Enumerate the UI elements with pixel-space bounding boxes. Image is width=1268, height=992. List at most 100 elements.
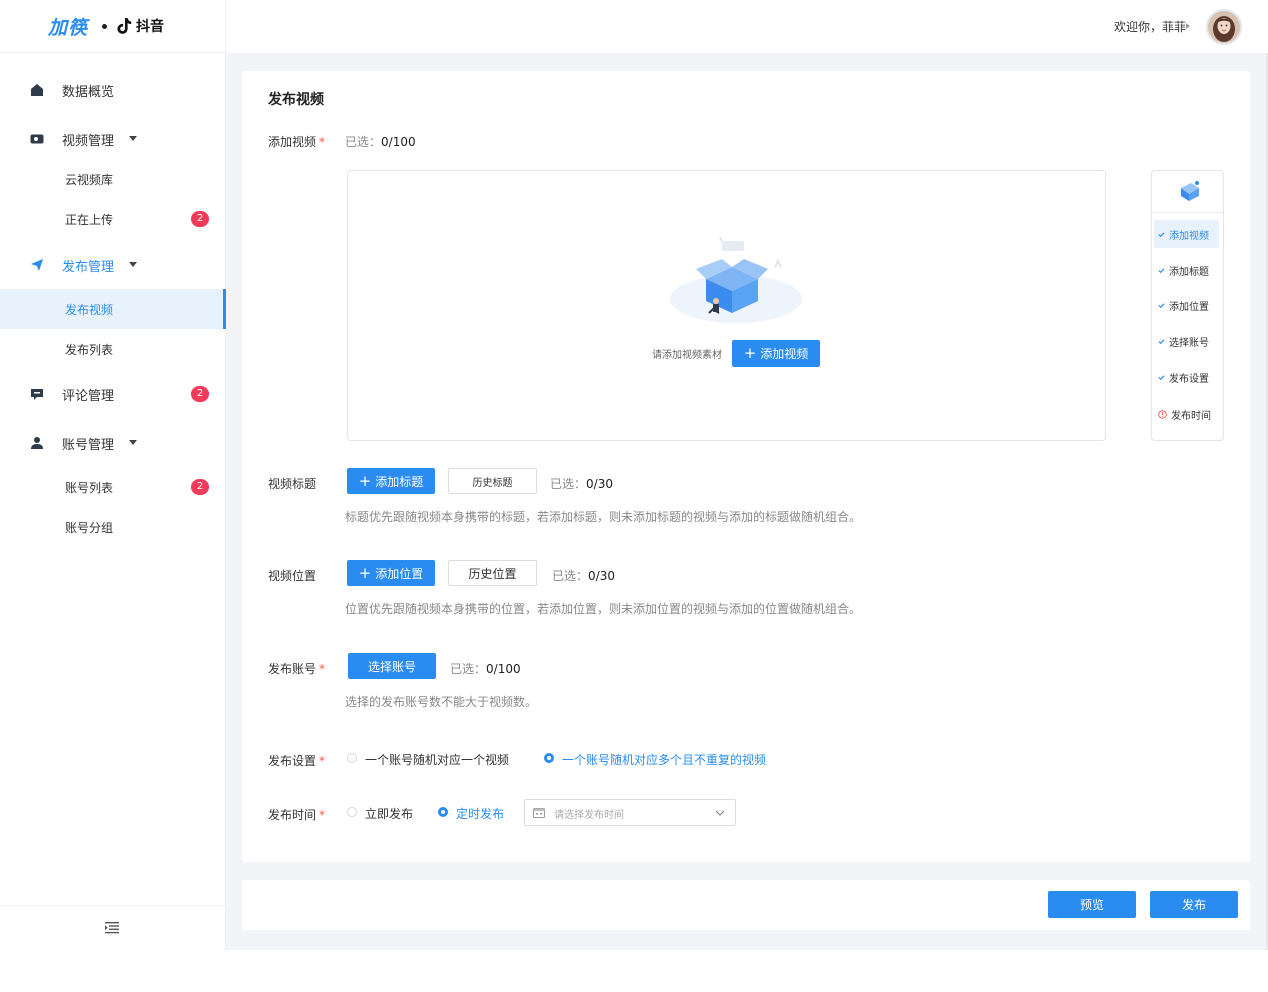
- publish-time-picker[interactable]: 请选择发布时间: [524, 799, 736, 826]
- logo[interactable]: 加筷 抖音: [0, 0, 225, 53]
- sidebar-item-label: 账号管理: [62, 437, 115, 453]
- radio-publish-now-label[interactable]: 立即发布: [365, 805, 413, 822]
- radio-scheduled-label[interactable]: 定时发布: [456, 805, 504, 822]
- home-icon: [31, 84, 43, 96]
- title-hint-text: 标题优先跟随视频本身携带的标题，若添加标题，则未添加标题的视频与添加的标题做随机…: [345, 510, 862, 524]
- calendar-icon: [533, 808, 545, 818]
- step-label: 发布设置: [1169, 373, 1209, 385]
- check-icon: [1158, 267, 1165, 273]
- step-add-video[interactable]: 添加视频: [1154, 220, 1219, 248]
- step-publish-setting[interactable]: 发布设置: [1154, 363, 1219, 391]
- sidebar-item-label: 账号分组: [65, 521, 114, 535]
- add-video-button-label: 添加视频: [760, 347, 809, 361]
- sidebar-item-label: 数据概览: [62, 84, 115, 100]
- sidebar-nav: 数据概览 视频管理 云视频库 正在上传 2 发布管理 发布视频 发布列表 评论管…: [0, 70, 226, 547]
- radio-one-to-one-label[interactable]: 一个账号随机对应一个视频: [365, 751, 509, 768]
- sidebar-item-comment-management[interactable]: 评论管理 2: [0, 374, 226, 414]
- sidebar-item-account-management[interactable]: 账号管理: [0, 423, 226, 463]
- sidebar-item-label: 评论管理: [62, 388, 115, 404]
- sidebar-item-label: 账号列表: [65, 481, 114, 495]
- preview-button[interactable]: 预览: [1048, 891, 1136, 918]
- select-account-button[interactable]: 选择账号: [348, 653, 436, 679]
- selected-value: 0/30: [588, 569, 615, 583]
- video-upload-area[interactable]: [347, 170, 1106, 441]
- publish-time-label-text: 发布时间: [268, 808, 317, 822]
- sidebar-item-video-management[interactable]: 视频管理: [0, 119, 226, 159]
- douyin-icon: [117, 18, 132, 34]
- add-video-button[interactable]: + 添加视频: [732, 340, 820, 367]
- account-selected-count: 已选：0/100: [450, 660, 521, 677]
- avatar-image: [1208, 11, 1240, 43]
- step-add-location[interactable]: 添加位置: [1154, 291, 1219, 319]
- plus-icon: +: [743, 344, 757, 362]
- sidebar-item-publish-list[interactable]: 发布列表: [0, 329, 226, 369]
- check-icon: [1158, 338, 1165, 344]
- app-logo-icon: [1181, 181, 1199, 201]
- sidebar-item-label: 云视频库: [65, 173, 114, 187]
- sidebar-item-cloud-library[interactable]: 云视频库: [0, 159, 226, 199]
- date-placeholder: 请选择发布时间: [554, 810, 624, 821]
- upload-hint-text: 请添加视频素材: [652, 350, 722, 361]
- sidebar-item-publish-video[interactable]: 发布视频: [0, 289, 226, 329]
- step-add-title[interactable]: 添加标题: [1154, 256, 1219, 284]
- step-label: 添加标题: [1169, 266, 1209, 278]
- history-title-button[interactable]: 历史标题: [448, 468, 537, 494]
- welcome-text[interactable]: 欢迎你，菲菲: [1114, 18, 1186, 35]
- required-mark: *: [319, 808, 326, 822]
- count-badge: 2: [191, 211, 209, 227]
- add-title-button[interactable]: + 添加标题: [347, 468, 435, 494]
- add-location-button[interactable]: + 添加位置: [347, 560, 435, 586]
- publish-setting-label-text: 发布设置: [268, 754, 317, 768]
- add-location-button-label: 添加位置: [375, 566, 424, 581]
- warning-circle-icon: [1158, 409, 1167, 419]
- count-badge: 2: [191, 386, 209, 402]
- radio-one-to-many-label[interactable]: 一个账号随机对应多个且不重复的视频: [562, 751, 766, 768]
- radio-publish-now[interactable]: [347, 807, 357, 817]
- selected-value: 0/30: [586, 477, 613, 491]
- radio-one-to-one[interactable]: [347, 753, 357, 763]
- chevron-down-icon: [129, 440, 137, 445]
- add-title-button-label: 添加标题: [375, 474, 424, 489]
- user-icon: [31, 437, 43, 449]
- radio-one-to-many[interactable]: [544, 753, 554, 763]
- add-video-label: 添加视频 *: [268, 133, 325, 150]
- location-hint-text: 位置优先跟随视频本身携带的位置，若添加位置，则未添加位置的视频与添加的位置做随机…: [345, 602, 862, 616]
- comment-icon: [31, 389, 43, 400]
- selected-value: 0/100: [381, 135, 416, 149]
- history-location-button[interactable]: 历史位置: [448, 560, 537, 586]
- selected-value: 0/100: [486, 662, 521, 676]
- sidebar-item-data-overview[interactable]: 数据概览: [0, 70, 226, 110]
- avatar[interactable]: [1206, 9, 1242, 45]
- publish-button[interactable]: 发布: [1150, 891, 1238, 918]
- required-mark: *: [319, 754, 326, 768]
- video-selected-count: 已选：0/100: [345, 133, 416, 150]
- step-publish-time[interactable]: 发布时间: [1154, 400, 1219, 428]
- sidebar-item-publish-management[interactable]: 发布管理: [0, 245, 226, 285]
- selected-prefix: 已选：: [450, 662, 487, 676]
- menu-fold-icon: [105, 922, 119, 934]
- caret-right-icon[interactable]: [1186, 23, 1190, 29]
- step-label: 添加位置: [1169, 301, 1209, 313]
- publish-time-label: 发布时间 *: [268, 806, 325, 823]
- sidebar-collapse-button[interactable]: [0, 905, 226, 950]
- sidebar: 加筷 抖音 数据概览 视频管理 云视频库 正在上传 2 发布管理 发布视频 发布…: [0, 0, 226, 950]
- sidebar-item-account-list[interactable]: 账号列表 2: [0, 467, 226, 507]
- radio-scheduled[interactable]: [438, 807, 448, 817]
- sidebar-item-label: 发布管理: [62, 259, 115, 275]
- step-label: 发布时间: [1171, 410, 1211, 422]
- video-title-label: 视频标题: [268, 477, 317, 491]
- step-select-account[interactable]: 选择账号: [1154, 327, 1219, 355]
- sidebar-item-label: 发布视频: [65, 303, 114, 317]
- check-icon: [1158, 302, 1165, 308]
- selected-prefix: 已选：: [552, 569, 589, 583]
- divider: [1152, 212, 1223, 213]
- video-location-label: 视频位置: [268, 569, 317, 583]
- publish-account-label-text: 发布账号: [268, 662, 317, 676]
- sidebar-item-account-group[interactable]: 账号分组: [0, 507, 226, 547]
- required-mark: *: [319, 662, 326, 676]
- add-video-label-text: 添加视频: [268, 135, 317, 149]
- step-label: 添加视频: [1169, 230, 1209, 242]
- title-selected-count: 已选：0/30: [550, 475, 613, 492]
- sidebar-item-uploading[interactable]: 正在上传 2: [0, 199, 226, 239]
- brand-logo-text: 加筷: [48, 16, 89, 39]
